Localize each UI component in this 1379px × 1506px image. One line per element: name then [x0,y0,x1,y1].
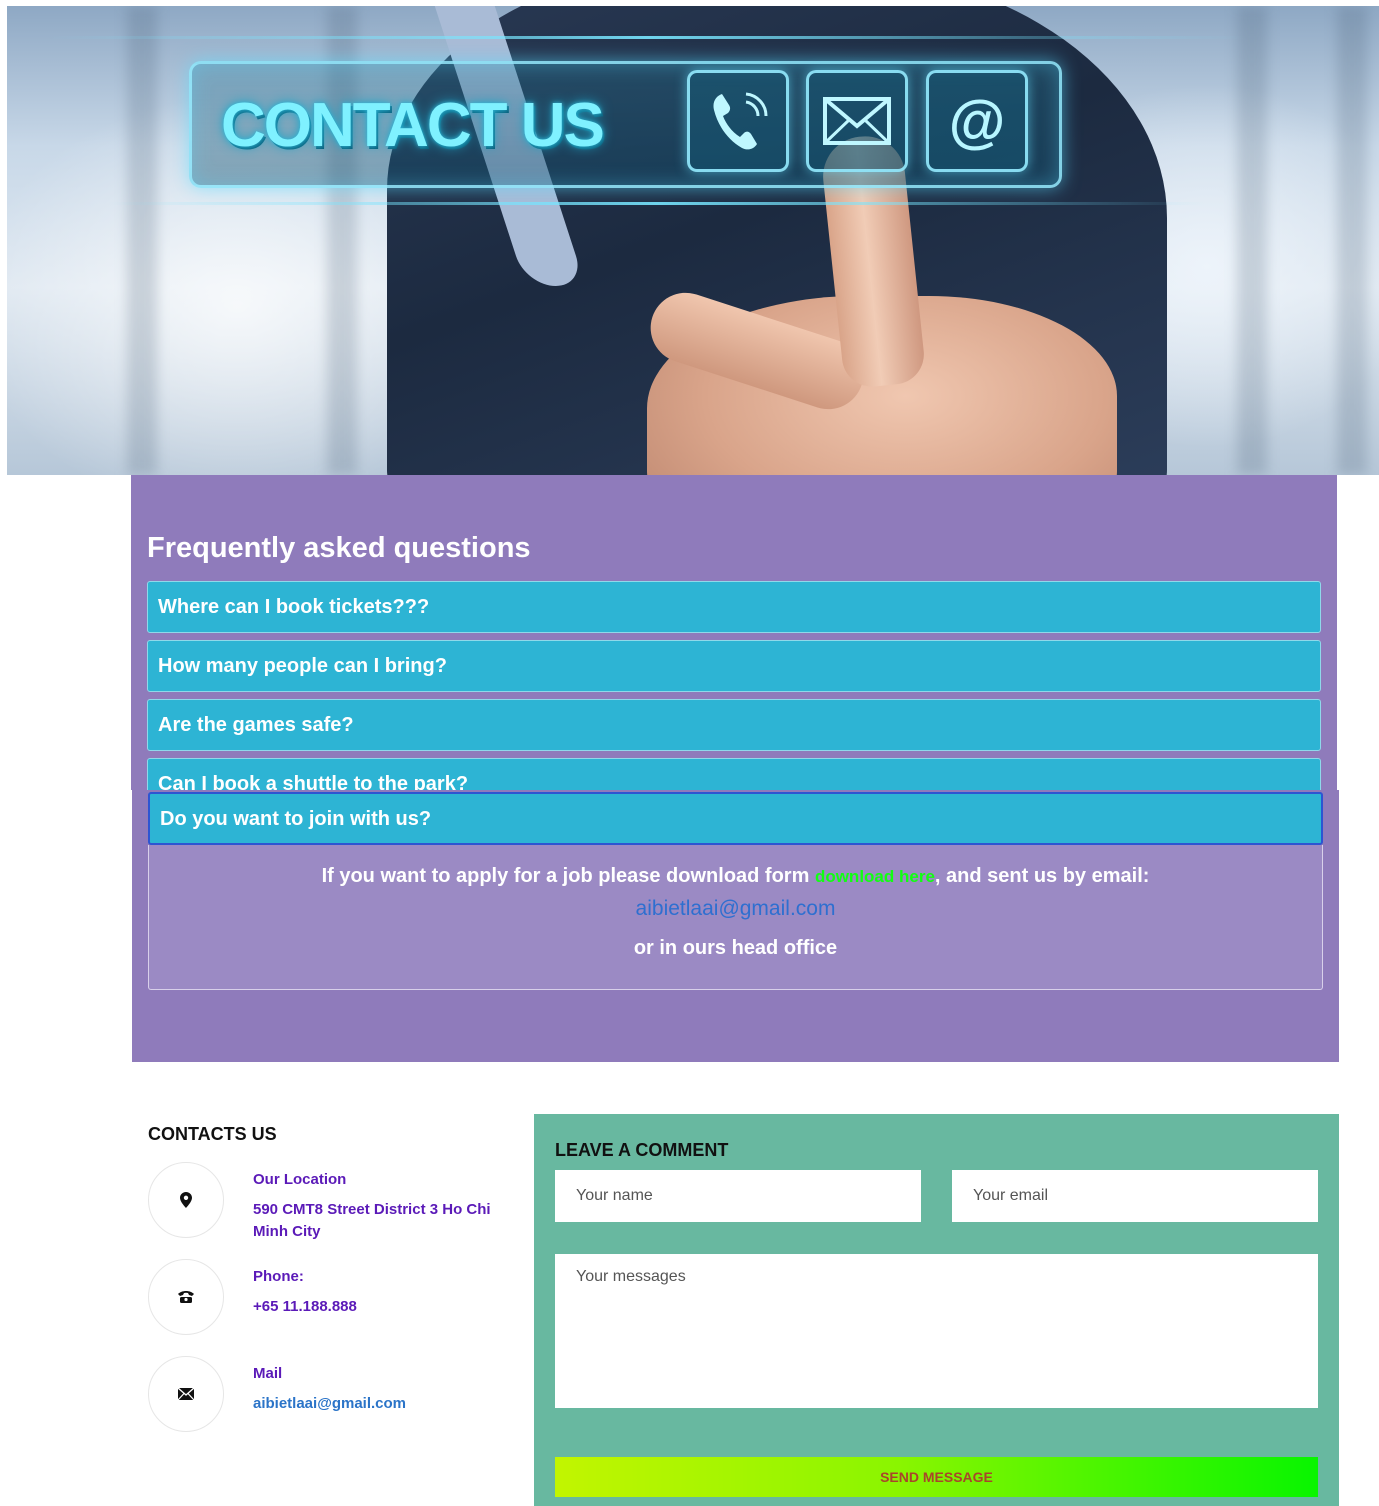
contacts-title: CONTACTS US [148,1124,277,1144]
glow-line [47,36,1247,39]
mail-icon [148,1356,224,1432]
location-value: 590 CMT8 Street District 3 Ho Chi Minh C… [253,1201,491,1240]
download-link[interactable]: download here [815,867,935,886]
telephone-icon [148,1259,224,1335]
faq-question[interactable]: Where can I book tickets??? [147,581,1321,633]
faq-question[interactable]: Can I book a shuttle to the park? [147,758,1321,790]
faq-question[interactable]: How many people can I bring? [147,640,1321,692]
window-frame [1337,6,1367,475]
answer-office-text: or in ours head office [633,937,838,959]
name-input[interactable] [555,1170,921,1222]
phone-icon [687,70,789,172]
answer-email-link[interactable]: aibietlaai@gmail.com [149,897,1322,921]
answer-line: If you want to apply for a job please do… [149,865,1322,888]
faq-section: Frequently asked questions Where can I b… [131,475,1337,790]
mail-label: Mail [253,1365,283,1382]
phone-value: +65 11.188.888 [253,1298,357,1315]
faq-question[interactable]: Are the games safe? [147,699,1321,751]
faq-open-section: Do you want to join with us? If you want… [132,790,1339,1062]
answer-text: If you want to apply for a job please do… [321,865,815,887]
form-title: LEAVE A COMMENT [555,1140,729,1160]
window-frame [1237,6,1267,475]
location-pin-icon [148,1162,224,1238]
mail-link[interactable]: aibietlaai@gmail.com [253,1393,513,1415]
location-label: Our Location [253,1171,347,1188]
hero-title: CONTACT US [221,91,605,160]
email-input[interactable] [952,1170,1318,1222]
comment-form: LEAVE A COMMENT SEND MESSAGE [534,1114,1339,1506]
faq-title: Frequently asked questions [147,532,531,564]
window-frame [127,6,157,475]
faq-question-open[interactable]: Do you want to join with us? [148,792,1323,845]
envelope-icon [806,70,908,172]
send-message-button[interactable]: SEND MESSAGE [555,1457,1318,1497]
at-sign-icon: @ [926,70,1028,172]
message-textarea[interactable] [555,1254,1318,1408]
faq-answer: If you want to apply for a job please do… [148,845,1323,990]
answer-text: , and sent us by email: [934,865,1150,887]
phone-label: Phone: [253,1268,304,1285]
glow-line [107,202,1207,205]
hero-banner: CONTACT US @ [7,6,1379,475]
